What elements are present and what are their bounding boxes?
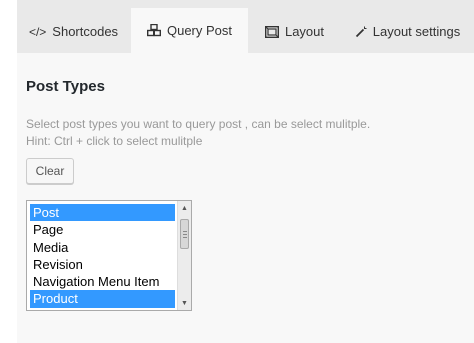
tab-query-post[interactable]: Query Post: [131, 8, 248, 53]
layout-icon: [264, 25, 279, 38]
option-post[interactable]: Post: [30, 204, 175, 222]
listbox-scrollbar[interactable]: ▲ ▼: [177, 201, 191, 310]
tab-label: Shortcodes: [52, 24, 119, 39]
option-page[interactable]: Page: [30, 221, 175, 238]
option-navigation-menu-item[interactable]: Navigation Menu Item: [30, 273, 175, 290]
section-title: Post Types: [26, 78, 105, 95]
tab-label: Query Post: [166, 23, 233, 38]
tab-layout[interactable]: Layout: [249, 10, 340, 53]
magic-wand-icon: [355, 26, 367, 38]
scroll-down-arrow-icon[interactable]: ▼: [178, 297, 191, 309]
tab-label: Layout settings: [372, 24, 461, 39]
post-types-select[interactable]: Post Page Media Revision Navigation Menu…: [26, 200, 192, 311]
code-icon: </>: [28, 24, 47, 39]
cubes-icon: [146, 24, 161, 37]
section-description: Select post types you want to query post…: [26, 116, 370, 150]
tab-layout-settings[interactable]: Layout settings: [341, 10, 474, 53]
hint-text: Hint: Ctrl + click to select mulitple: [26, 134, 203, 148]
options-list: Post Page Media Revision Navigation Menu…: [30, 204, 175, 308]
clear-button[interactable]: Clear: [26, 158, 74, 184]
scroll-up-arrow-icon[interactable]: ▲: [178, 202, 191, 214]
option-revision[interactable]: Revision: [30, 256, 175, 273]
tab-shortcodes[interactable]: </> Shortcodes: [17, 10, 130, 53]
scrollbar-thumb[interactable]: [180, 219, 189, 249]
description-text: Select post types you want to query post…: [26, 117, 371, 131]
option-media[interactable]: Media: [30, 239, 175, 256]
option-product[interactable]: Product: [30, 290, 175, 308]
tab-label: Layout: [284, 24, 325, 39]
